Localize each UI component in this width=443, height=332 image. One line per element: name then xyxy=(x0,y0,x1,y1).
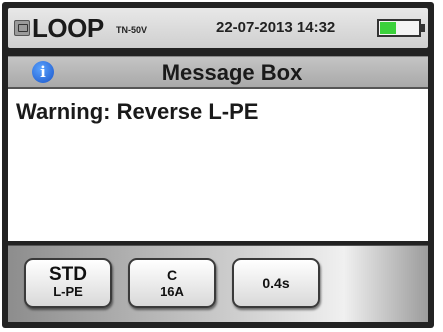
warning-message: Warning: Reverse L-PE xyxy=(16,99,259,124)
status-bar: LOOP TN-50V 22-07-2013 14:32 xyxy=(8,8,428,48)
system-label: TN-50V xyxy=(116,25,148,35)
memory-icon xyxy=(14,20,30,36)
battery-icon xyxy=(377,19,425,37)
date-time: 22-07-2013 14:32 xyxy=(216,19,336,36)
battery-level xyxy=(380,22,396,34)
softkey-sublabel: 16A xyxy=(160,284,184,299)
softkey-bar: STD L-PE C 16A 0.4s xyxy=(8,245,428,322)
protection-curve-button[interactable]: C 16A xyxy=(128,258,216,308)
softkey-label: 0.4s xyxy=(262,275,290,291)
softkey-label: C xyxy=(166,267,178,283)
message-box-title: Message Box xyxy=(161,60,303,85)
screen: LOOP TN-50V 22-07-2013 14:32 i Message B… xyxy=(2,2,434,328)
mode-label: LOOP xyxy=(32,13,104,43)
instrument-display: LOOP TN-50V 22-07-2013 14:32 i Message B… xyxy=(0,0,443,332)
trip-time-button[interactable]: 0.4s xyxy=(232,258,320,308)
message-box-header: i Message Box xyxy=(8,56,428,87)
softkey-label: STD xyxy=(49,264,87,285)
test-mode-button[interactable]: STD L-PE xyxy=(24,258,112,308)
message-box-body: Warning: Reverse L-PE xyxy=(8,87,428,241)
softkey-sublabel: L-PE xyxy=(53,284,83,299)
